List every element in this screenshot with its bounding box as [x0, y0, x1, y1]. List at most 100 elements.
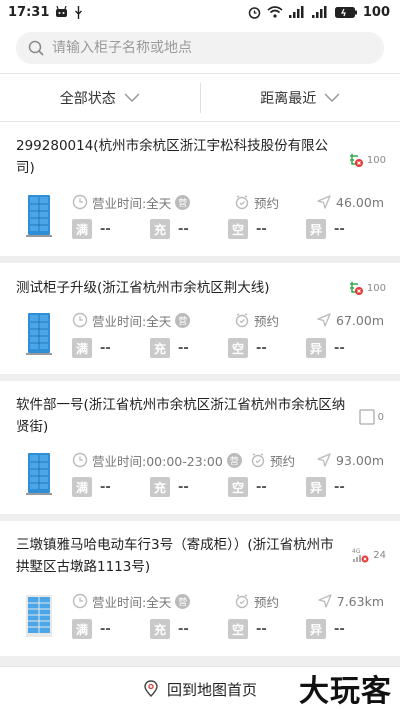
reserve-label: 预约	[254, 313, 280, 329]
abnormal-tag: 异	[306, 219, 326, 239]
business-hours: 营业时间:全天 营	[72, 192, 191, 212]
empty-slots: 空 --	[228, 477, 267, 497]
empty-count: --	[256, 621, 267, 637]
reserve-button[interactable]: 预约	[234, 310, 279, 330]
abnormal-slots: 异 --	[306, 338, 345, 358]
search-bar[interactable]	[16, 32, 384, 64]
reserve-button[interactable]: 预约	[234, 192, 279, 212]
cabinet-image-icon	[26, 195, 52, 237]
reserve-button[interactable]: 预约	[234, 591, 279, 611]
search-icon	[28, 40, 44, 56]
abnormal-tag: 异	[306, 338, 326, 358]
status-filter[interactable]: 全部状态	[0, 74, 200, 121]
full-count: --	[100, 479, 111, 495]
navigation-arrow-icon	[318, 594, 332, 608]
signal-value: 24	[373, 549, 386, 561]
reserve-button[interactable]: 预约	[250, 450, 295, 470]
empty-count: --	[256, 340, 267, 356]
cabinet-image-icon	[26, 313, 52, 355]
cabinet-card[interactable]: 软件部一号(浙江省杭州市余杭区浙江省杭州市余杭区纳贤街) 0 营业时间:00:0…	[0, 381, 400, 514]
business-hours-text: 营业时间:00:00-23:00	[92, 453, 223, 469]
charging-slots: 充 --	[150, 619, 189, 639]
slot-status-row: 满 -- 充 -- 空 -- 异 --	[72, 619, 384, 639]
search-input[interactable]	[52, 40, 352, 56]
alarm-clock-icon	[235, 594, 249, 609]
filter-bar: 全部状态 距离最近	[0, 73, 400, 122]
business-badge-icon: 营	[226, 452, 242, 468]
charging-count: --	[178, 621, 189, 637]
charging-tag: 充	[150, 219, 170, 239]
empty-tag: 空	[228, 219, 248, 239]
alarm-clock-icon	[235, 195, 249, 210]
slot-status-row: 满 -- 充 -- 空 -- 异 --	[72, 338, 384, 358]
sort-filter[interactable]: 距离最近	[201, 74, 400, 121]
alarm-icon	[248, 6, 261, 19]
business-hours: 营业时间:00:00-23:00 营	[72, 450, 242, 470]
cabinet-title: 三墩镇雅马哈电动车行3号（寄成柜））(浙江省杭州市拱墅区古墩路1113号)	[16, 537, 334, 575]
full-slots: 满 --	[72, 219, 111, 239]
full-tag: 满	[72, 338, 92, 358]
charging-tag: 充	[150, 619, 170, 639]
signal-value: 100	[366, 282, 386, 294]
distance: 67.00m	[316, 310, 384, 330]
signal-value: 100	[366, 154, 386, 166]
full-tag: 满	[72, 219, 92, 239]
abnormal-count: --	[334, 479, 345, 495]
signal-value: 0	[377, 411, 384, 423]
business-badge-icon: 营	[175, 312, 191, 328]
status-time: 17:31	[8, 4, 50, 20]
full-tag: 满	[72, 619, 92, 639]
signal-indicator: 100	[348, 280, 386, 296]
abnormal-slots: 异 --	[306, 619, 345, 639]
business-hours: 营业时间:全天 营	[72, 591, 191, 611]
business-badge-icon: 营	[175, 194, 191, 210]
distance: 7.63km	[317, 591, 384, 611]
alarm-clock-icon	[235, 313, 249, 328]
reserve-label: 预约	[254, 195, 280, 211]
abnormal-tag: 异	[306, 619, 326, 639]
full-count: --	[100, 221, 111, 237]
full-count: --	[100, 621, 111, 637]
info-row: 营业时间:全天 营 预约 46.00m	[72, 192, 384, 212]
empty-tag: 空	[228, 619, 248, 639]
cabinet-card[interactable]: 299280014(杭州市余杭区浙江宇松科技股份有限公司) 100 营业时间:全…	[0, 122, 400, 256]
charging-tag: 充	[150, 338, 170, 358]
empty-tag: 空	[228, 477, 248, 497]
battery-level: 100	[362, 4, 390, 20]
full-slots: 满 --	[72, 338, 111, 358]
notification-icon	[55, 6, 68, 18]
charging-slots: 充 --	[150, 338, 189, 358]
slot-status-row: 满 -- 充 -- 空 -- 异 --	[72, 219, 384, 239]
svg-text:4G: 4G	[352, 548, 361, 555]
full-slots: 满 --	[72, 477, 111, 497]
navigation-arrow-icon	[317, 313, 331, 327]
clock-icon	[72, 312, 88, 328]
distance: 46.00m	[316, 192, 384, 212]
cabinet-title: 软件部一号(浙江省杭州市余杭区浙江省杭州市余杭区纳贤街)	[16, 397, 346, 435]
clock-icon	[72, 452, 88, 468]
usb-icon	[74, 5, 83, 19]
navigation-arrow-icon	[317, 453, 331, 467]
navigation-arrow-icon	[317, 195, 331, 209]
signal-indicator: 0	[358, 409, 384, 425]
empty-count: --	[256, 221, 267, 237]
watermark: 大玩客	[299, 674, 392, 709]
empty-slots: 空 --	[228, 219, 267, 239]
reserve-label: 预约	[270, 453, 296, 469]
charging-count: --	[178, 340, 189, 356]
empty-tag: 空	[228, 338, 248, 358]
empty-count: --	[256, 479, 267, 495]
abnormal-slots: 异 --	[306, 219, 345, 239]
business-hours-text: 营业时间:全天	[92, 594, 172, 610]
chevron-down-icon	[124, 92, 140, 103]
charging-count: --	[178, 221, 189, 237]
power-plug-offline-icon	[349, 154, 363, 167]
cabinet-title: 测试柜子升级(浙江省杭州市余杭区荆大线)	[16, 280, 270, 296]
back-to-map-label: 回到地图首页	[166, 680, 257, 699]
charging-slots: 充 --	[150, 477, 189, 497]
cabinet-card[interactable]: 三墩镇雅马哈电动车行3号（寄成柜））(浙江省杭州市拱墅区古墩路1113号) 4G…	[0, 521, 400, 656]
reserve-label: 预约	[254, 594, 280, 610]
full-count: --	[100, 340, 111, 356]
cabinet-card[interactable]: 测试柜子升级(浙江省杭州市余杭区荆大线) 100 营业时间:全天 营 预约 67…	[0, 263, 400, 374]
abnormal-count: --	[334, 340, 345, 356]
